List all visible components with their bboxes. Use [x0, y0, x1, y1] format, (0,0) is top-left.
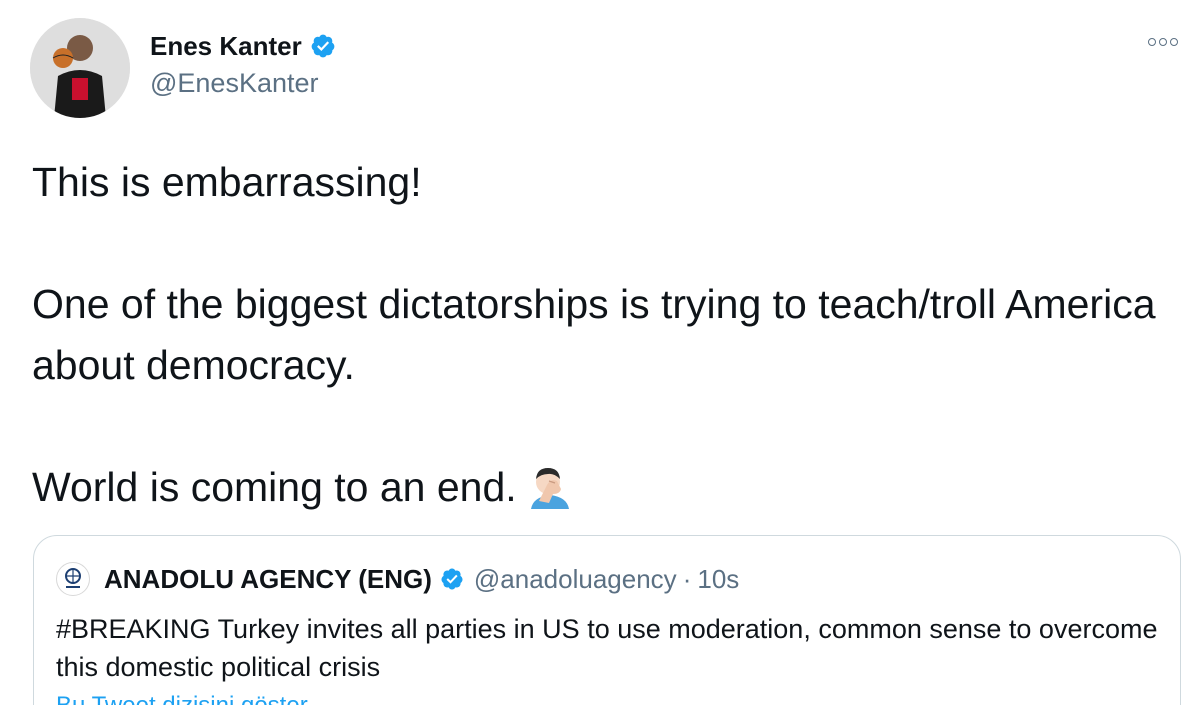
quoted-tweet-header: ANADOLU AGENCY (ENG) @anadoluagency · 10…	[56, 562, 739, 596]
separator-dot: ·	[682, 563, 692, 594]
author-display-name[interactable]: Enes Kanter	[150, 31, 302, 62]
agency-logo-icon	[65, 568, 81, 588]
tweet-text: This is embarrassing! One of the biggest…	[32, 152, 1182, 526]
dot	[1170, 38, 1178, 46]
man-facepalming-emoji	[527, 463, 573, 526]
tweet-line-2: One of the biggest dictatorships is tryi…	[32, 281, 1156, 388]
tweet-line-1: This is embarrassing!	[32, 159, 422, 205]
author-block: Enes Kanter @EnesKanter	[150, 28, 336, 99]
verified-badge-icon	[311, 34, 335, 58]
quoted-tweet-text: #BREAKING Turkey invites all parties in …	[56, 614, 1158, 682]
more-options-icon[interactable]	[1148, 38, 1178, 46]
quoted-author-handle[interactable]: @anadoluagency	[474, 564, 677, 595]
quoted-author-avatar[interactable]	[56, 562, 90, 596]
dot	[1148, 38, 1156, 46]
quoted-author-name[interactable]: ANADOLU AGENCY (ENG)	[104, 564, 432, 595]
author-handle[interactable]: @EnesKanter	[150, 68, 336, 99]
tweet-card: Enes Kanter @EnesKanter This is embarras…	[0, 0, 1200, 705]
player-photo-icon	[30, 18, 130, 118]
author-avatar[interactable]	[30, 18, 130, 118]
dot	[1159, 38, 1167, 46]
tweet-line-3: World is coming to an end.	[32, 464, 517, 510]
quoted-tweet[interactable]: ANADOLU AGENCY (ENG) @anadoluagency · 10…	[33, 535, 1181, 705]
verified-badge-icon	[441, 568, 463, 590]
tweet-line-3-wrap: World is coming to an end.	[32, 457, 1182, 526]
show-thread-link[interactable]: Bu Tweet dizisini göster	[56, 692, 308, 705]
quoted-timestamp[interactable]: 10s	[697, 564, 739, 595]
